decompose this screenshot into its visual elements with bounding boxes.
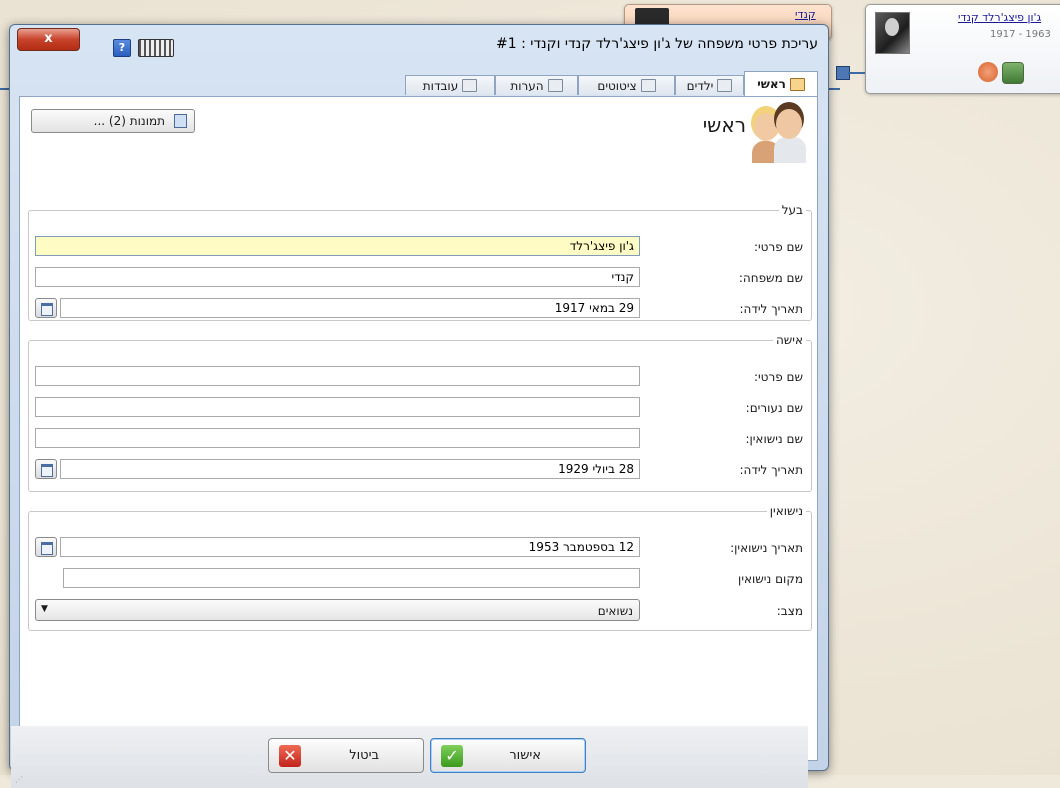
marriage-date-field[interactable]: 12 בספטמבר 1953 (60, 537, 640, 557)
notes-icon[interactable] (978, 62, 998, 82)
person-life-dates: 1917 - 1963 (990, 29, 1051, 40)
checkmark-icon: ✓ (441, 745, 463, 767)
cancel-button[interactable]: ✕ ביטול (268, 738, 424, 773)
ok-button[interactable]: ✓ אישור (430, 738, 586, 773)
calendar-icon[interactable] (35, 537, 57, 557)
children-icon (717, 79, 733, 92)
tab-label: עובדות (422, 78, 459, 93)
photos-button[interactable]: תמונות (2) ... (31, 109, 195, 133)
close-icon: ✕ (279, 745, 301, 767)
husband-first-name-field[interactable]: ג'ון פיצג'רלד (35, 236, 640, 256)
tab-children[interactable]: ילדים (675, 75, 744, 95)
birth-date-label: תאריך לידה: (739, 463, 803, 477)
calendar-icon[interactable] (35, 459, 57, 479)
person-photo (875, 12, 910, 54)
tab-notes[interactable]: הערות (495, 75, 578, 95)
citations-icon (640, 79, 656, 92)
wife-married-name-field[interactable] (35, 428, 640, 448)
person-name-link[interactable]: ג'ון פיצג'רלד קנדי (958, 11, 1041, 24)
family-icon[interactable] (1002, 62, 1024, 84)
husband-legend: בעל (778, 203, 806, 217)
marriage-place-label: מקום נישואין (738, 572, 803, 586)
tree-connector-line (848, 72, 865, 74)
tab-facts[interactable]: עובדות (405, 75, 495, 95)
last-name-label: שם משפחה: (738, 271, 803, 285)
status-label: מצב: (776, 604, 803, 618)
husband-birth-date-field[interactable]: 29 במאי 1917 (60, 298, 640, 318)
keyboard-icon[interactable] (138, 39, 174, 57)
main-tab-panel: ראשי תמונות (2) ... בעל שם פרטי: ג'ון פי… (19, 96, 818, 761)
ok-label: אישור (509, 748, 541, 763)
marriage-date-label: תאריך נישואין: (730, 541, 803, 555)
married-name-label: שם נישואין: (745, 432, 803, 446)
wife-birth-date-field[interactable]: 28 ביולי 1929 (60, 459, 640, 479)
person-name-link[interactable]: קנדי (795, 8, 816, 21)
couple-icon (752, 107, 807, 163)
wife-maiden-name-field[interactable] (35, 397, 640, 417)
tab-label: ציטוטים (597, 78, 637, 93)
person-card-main[interactable]: ג'ון פיצג'רלד קנדי 1917 - 1963 (865, 4, 1060, 94)
wife-group: אישה שם פרטי: שם נעורים: שם נישואין: תאר… (28, 333, 812, 492)
tab-label: הערות (510, 78, 544, 93)
edit-family-dialog: x ? עריכת פרטי משפחה של ג'ון פיצג'רלד קנ… (9, 24, 829, 788)
tab-label: ילדים (686, 78, 714, 93)
maiden-name-label: שם נעורים: (745, 401, 803, 415)
calendar-icon[interactable] (35, 298, 57, 318)
status-select[interactable]: נשואים ▼ (35, 599, 640, 621)
tab-citations[interactable]: ציטוטים (578, 75, 675, 95)
husband-group: בעל שם פרטי: ג'ון פיצג'רלד שם משפחה: קנד… (28, 203, 812, 321)
dialog-button-bar: ✕ ביטול ✓ אישור ⋰ (11, 726, 808, 788)
first-name-label: שם פרטי: (753, 370, 803, 384)
birth-date-label: תאריך לידה: (739, 302, 803, 316)
tab-label: ראשי (757, 77, 786, 91)
couple-icon (789, 77, 805, 91)
close-button[interactable]: x (17, 28, 80, 51)
chevron-down-icon: ▼ (41, 604, 48, 614)
marriage-group: נישואין תאריך נישואין: 12 בספטמבר 1953 מ… (28, 504, 812, 631)
page-title: ראשי (702, 113, 746, 137)
status-value: נשואים (597, 604, 633, 618)
photo-icon (174, 114, 187, 128)
marriage-place-field[interactable] (63, 568, 640, 588)
help-icon[interactable]: ? (113, 39, 131, 57)
first-name-label: שם פרטי: (753, 240, 803, 254)
notes-icon (547, 79, 563, 92)
facts-icon (462, 79, 478, 92)
tab-strip: ראשי ילדים ציטוטים הערות עובדות (19, 69, 818, 96)
photos-button-label: תמונות (2) ... (93, 114, 165, 128)
wife-first-name-field[interactable] (35, 366, 640, 386)
resize-grip-icon[interactable]: ⋰ (15, 775, 25, 785)
cancel-label: ביטול (349, 748, 379, 763)
wife-legend: אישה (772, 333, 806, 347)
tab-main[interactable]: ראשי (744, 71, 818, 96)
marriage-legend: נישואין (766, 504, 806, 518)
husband-last-name-field[interactable]: קנדי (35, 267, 640, 287)
dialog-titlebar[interactable]: x ? עריכת פרטי משפחה של ג'ון פיצג'רלד קנ… (10, 25, 828, 67)
dialog-title: עריכת פרטי משפחה של ג'ון פיצג'רלד קנדי ו… (496, 36, 818, 52)
